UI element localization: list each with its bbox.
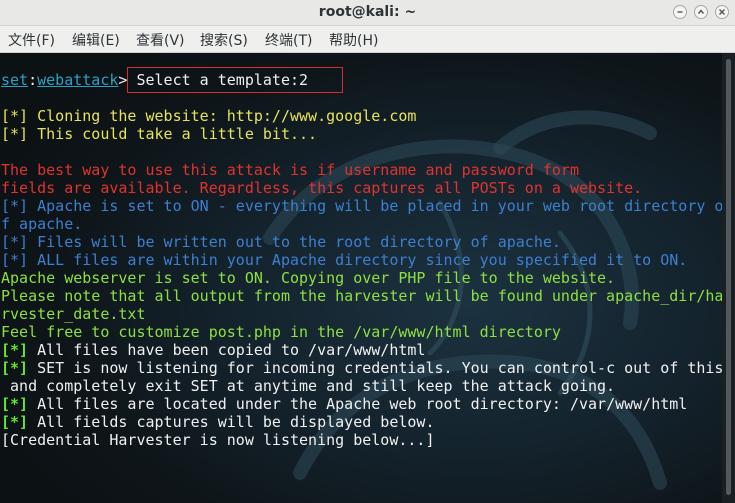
output-line: Apache webserver is set to ON. Copying o…: [1, 269, 616, 287]
output-line: [*] ALL files are within your Apache dir…: [1, 251, 688, 269]
status-line: [*] All fields captures will be displaye…: [1, 413, 434, 431]
prompt-set: set: [1, 71, 29, 89]
status-tag: [*]: [1, 341, 29, 359]
minimize-button[interactable]: [673, 5, 687, 19]
output-line: Feel free to customize post.php in the /…: [1, 323, 561, 341]
output-line: The best way to use this attack is if us…: [1, 161, 579, 179]
menu-help[interactable]: 帮助(H): [329, 30, 378, 50]
prompt-separator: :: [28, 71, 38, 89]
maximize-button[interactable]: [694, 5, 708, 19]
menu-view[interactable]: 查看(V): [136, 30, 185, 50]
menu-bar: 文件(F) 编辑(E) 查看(V) 搜索(S) 终端(T) 帮助(H): [0, 26, 735, 53]
menu-edit[interactable]: 编辑(E): [72, 30, 120, 50]
output-line: [*] Files will be written out to the roo…: [1, 233, 561, 251]
output-line: [*] Apache is set to ON - everything wil…: [1, 197, 722, 215]
prompt-module: webattack: [37, 71, 119, 89]
prompt-highlight-box: [127, 67, 343, 93]
close-icon: [719, 9, 725, 15]
status-tag: [*]: [1, 395, 29, 413]
output-line: [*] This could take a little bit...: [1, 125, 318, 143]
output-line: rvester_date.txt: [1, 305, 146, 323]
output-line: Please note that all output from the har…: [1, 287, 722, 305]
scrollbar-thumb[interactable]: [726, 59, 731, 495]
status-line: [*] All files are located under the Apac…: [1, 395, 687, 413]
status-tag: [*]: [1, 413, 29, 431]
maximize-icon: [697, 9, 705, 14]
menu-terminal[interactable]: 终端(T): [265, 30, 312, 50]
status-text: All fields captures will be displayed be…: [28, 413, 435, 431]
terminal-view[interactable]: set:webattack> Select a template:2 [*] C…: [0, 53, 722, 503]
status-text: SET is now listening for incoming creden…: [28, 359, 722, 377]
minimize-icon: [677, 11, 683, 13]
status-line: [*] All files have been copied to /var/w…: [1, 341, 425, 359]
title-bar: root@kali: ~: [0, 0, 735, 26]
output-line: [*] Cloning the website: http://www.goog…: [1, 107, 417, 125]
output-line: fields are available. Regardless, this c…: [1, 179, 643, 197]
scrollbar[interactable]: [722, 53, 735, 503]
status-tag: [*]: [1, 359, 29, 377]
status-line: and completely exit SET at anytime and s…: [1, 377, 615, 395]
listening-line: [Credential Harvester is now listening b…: [1, 431, 435, 449]
close-button[interactable]: [715, 5, 729, 19]
status-line: [*] SET is now listening for incoming cr…: [1, 359, 722, 377]
status-text: and completely exit SET at anytime and s…: [1, 377, 616, 395]
status-text: All files have been copied to /var/www/h…: [28, 341, 426, 359]
window-title: root@kali: ~: [318, 4, 417, 20]
menu-search[interactable]: 搜索(S): [200, 30, 248, 50]
output-line: f apache.: [1, 215, 83, 233]
status-text: All files are located under the Apache w…: [28, 395, 688, 413]
menu-file[interactable]: 文件(F): [8, 30, 55, 50]
